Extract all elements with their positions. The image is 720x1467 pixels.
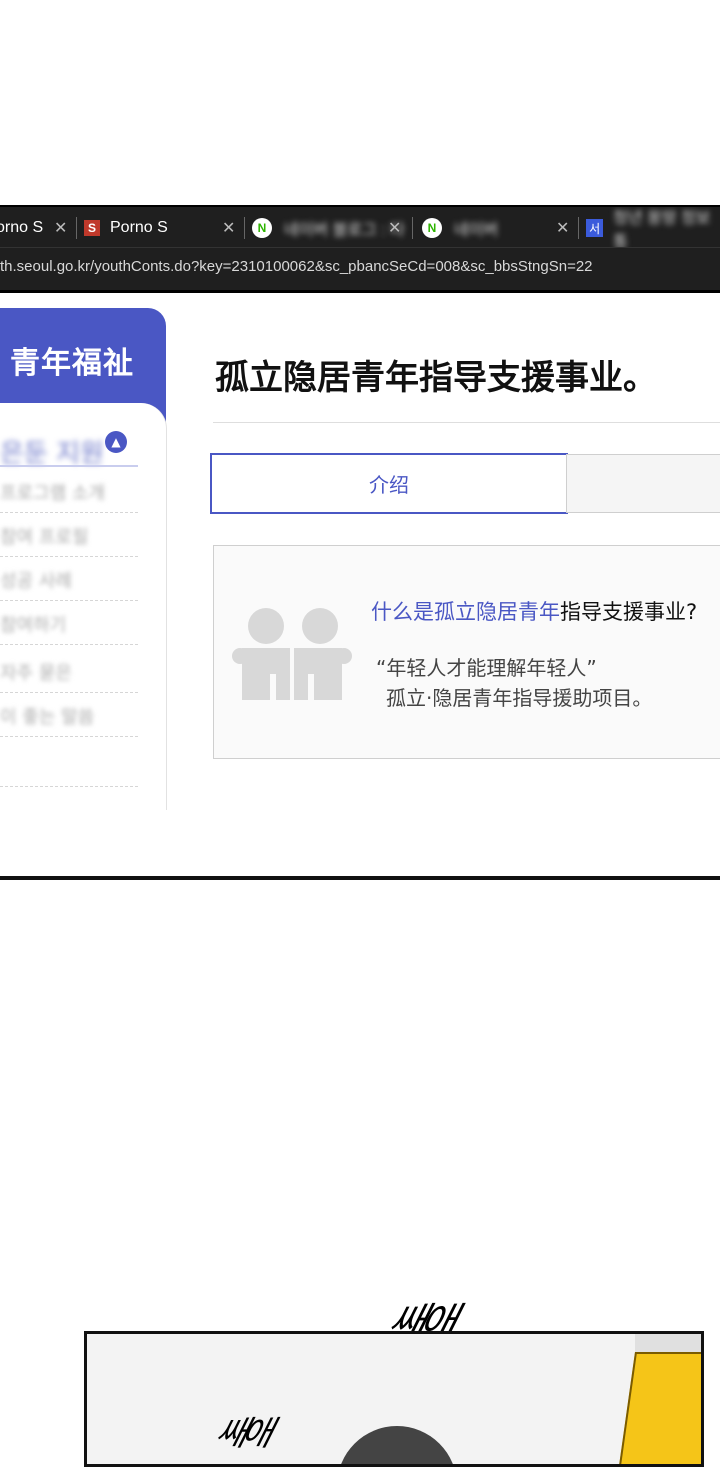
- sidebar-item-label: 참여하기: [0, 615, 67, 636]
- tab-title: Porno S: [110, 219, 168, 236]
- sidebar: 青年福祉 은둔 지원 ▲ 프로그램 소개 참여 프로필 성공 사례 참여하기 자…: [0, 308, 167, 810]
- sidebar-item[interactable]: 성공 사례: [0, 557, 138, 601]
- favicon-naver-icon: N: [422, 218, 442, 238]
- info-question-rest: 指导支援事业?: [560, 600, 698, 624]
- favicon-s-icon: S: [84, 220, 100, 236]
- browser-tab[interactable]: N 네이버 ✕: [422, 207, 582, 249]
- sidebar-item-label: 성공 사례: [0, 571, 72, 592]
- sidebar-item-label: 참여 프로필: [0, 527, 89, 548]
- close-icon[interactable]: ✕: [388, 218, 401, 238]
- tab-separator: [578, 217, 579, 239]
- info-quote: “年轻人才能理解年轻人”: [376, 656, 597, 680]
- sidebar-item: [0, 743, 138, 787]
- browser-tab[interactable]: orno S ✕: [0, 207, 67, 249]
- tab-secondary[interactable]: [566, 454, 720, 513]
- sidebar-item[interactable]: 프로그램 소개: [0, 469, 138, 513]
- comic-figure-head: [337, 1426, 457, 1464]
- tab-title: 네이버 블로그 : 다: [284, 222, 405, 239]
- tab-introduction[interactable]: 介绍: [210, 453, 568, 514]
- tab-separator: [412, 217, 413, 239]
- tab-title: 네이버: [454, 222, 499, 239]
- browser-tab[interactable]: S Porno S ✕: [84, 207, 244, 249]
- divider: [0, 465, 138, 467]
- info-description: 孤立·隐居青年指导援助项目。: [386, 686, 653, 710]
- sidebar-item-label: 자주 묻은: [0, 663, 72, 684]
- info-question-highlight: 什么是孤立隐居青年: [371, 600, 560, 624]
- url-text[interactable]: th.seoul.go.kr/youthConts.do?key=2310100…: [0, 258, 593, 275]
- sidebar-item-label: 이 좋는 말씀: [0, 707, 95, 728]
- sidebar-menu: 은둔 지원 ▲ 프로그램 소개 참여 프로필 성공 사례 참여하기 자주 묻은 …: [0, 403, 167, 810]
- browser-tab-bar: orno S ✕ S Porno S ✕ N 네이버 블로그 : 다 ✕ N 네…: [0, 205, 720, 249]
- close-icon[interactable]: ✕: [54, 218, 67, 238]
- sidebar-item[interactable]: 자주 묻은: [0, 649, 138, 693]
- sidebar-item[interactable]: 이 좋는 말씀: [0, 693, 138, 737]
- sidebar-title: 青年福祉: [10, 346, 134, 381]
- comic-yellow-object: [618, 1352, 701, 1464]
- sidebar-item[interactable]: 참여 프로필: [0, 513, 138, 557]
- chevron-up-icon[interactable]: ▲: [105, 431, 127, 453]
- people-icon: [232, 608, 352, 700]
- page-title: 孤立隐居青年指导支援事业。: [215, 358, 657, 398]
- comic-background-shape: [635, 1334, 701, 1354]
- info-box: 什么是孤立隐居青年指导支援事业? “年轻人才能理解年轻人” 孤立·隐居青年指导援…: [213, 545, 720, 759]
- browser-tab[interactable]: N 네이버 블로그 : 다 ✕: [252, 207, 412, 249]
- tab-separator: [244, 217, 245, 239]
- tab-separator: [76, 217, 77, 239]
- info-question: 什么是孤立隐居青年指导支援事业?: [371, 596, 697, 626]
- sound-effect-text: 쌔애: [211, 1414, 272, 1454]
- comic-panel: 쌔애: [84, 1331, 704, 1467]
- sidebar-item-label: 프로그램 소개: [0, 483, 106, 504]
- close-icon[interactable]: ✕: [222, 218, 235, 238]
- sidebar-item[interactable]: 참여하기: [0, 601, 138, 645]
- tab-title: orno S: [0, 219, 44, 236]
- favicon-naver-icon: N: [252, 218, 272, 238]
- address-bar[interactable]: th.seoul.go.kr/youthConts.do?key=2310100…: [0, 247, 720, 293]
- panel-border: [0, 876, 720, 880]
- divider: [213, 422, 720, 423]
- tab-title: 청년 몽땅 정보통: [613, 210, 711, 249]
- browser-tab[interactable]: 서 청년 몽땅 정보통: [586, 207, 720, 249]
- close-icon[interactable]: ✕: [556, 218, 569, 238]
- favicon-seoul-icon: 서: [586, 219, 604, 237]
